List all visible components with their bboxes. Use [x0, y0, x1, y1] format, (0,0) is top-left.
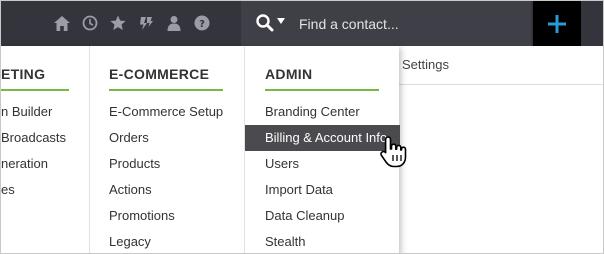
menu-item-billing-account-info[interactable]: Billing & Account Info [245, 125, 400, 151]
svg-text:?: ? [199, 19, 205, 30]
star-icon[interactable] [109, 14, 127, 32]
menu-item-branding-center[interactable]: Branding Center [245, 99, 400, 125]
menu-item[interactable]: neration [1, 151, 88, 177]
chevron-down-icon[interactable] [277, 18, 285, 24]
menu-column-admin: ADMIN Branding Center Billing & Account … [244, 46, 400, 253]
top-nav-bar: ? [1, 1, 603, 46]
menu-list: n Builder Broadcasts neration es [1, 99, 88, 203]
menu-item-products[interactable]: Products [90, 151, 245, 177]
menu-item-orders[interactable]: Orders [90, 125, 245, 151]
search-input[interactable] [299, 13, 519, 35]
menu-item-legacy[interactable]: Legacy [90, 229, 245, 253]
app-window: ? Settings ETING n Builder Broadcasts ne… [0, 0, 604, 254]
add-button[interactable] [533, 1, 581, 46]
search-box[interactable] [241, 1, 531, 46]
mega-menu-dropdown: ETING n Builder Broadcasts neration es E… [1, 46, 400, 253]
pipeline-icon[interactable] [137, 14, 155, 32]
menu-item[interactable]: Broadcasts [1, 125, 88, 151]
column-title: ADMIN [265, 66, 313, 82]
top-icon-group: ? [53, 13, 211, 33]
menu-item-data-cleanup[interactable]: Data Cleanup [245, 203, 400, 229]
menu-list: Branding Center Billing & Account Info U… [245, 99, 400, 253]
plus-icon [548, 14, 566, 33]
menu-item-ecommerce-setup[interactable]: E-Commerce Setup [90, 99, 245, 125]
clock-icon[interactable] [81, 14, 99, 32]
menu-item-stealth[interactable]: Stealth [245, 229, 400, 253]
column-underline [109, 89, 223, 91]
settings-nav[interactable]: Settings [397, 46, 603, 85]
hand-pointer-cursor-icon [380, 136, 407, 168]
column-title: ETING [1, 66, 46, 82]
menu-column-marketing: ETING n Builder Broadcasts neration es [1, 46, 88, 253]
settings-label[interactable]: Settings [402, 57, 449, 72]
menu-item-import-data[interactable]: Import Data [245, 177, 400, 203]
column-title: E-COMMERCE [109, 66, 210, 82]
column-underline [265, 89, 379, 91]
menu-list: E-Commerce Setup Orders Products Actions… [90, 99, 245, 253]
column-underline [1, 89, 69, 91]
home-icon[interactable] [53, 14, 71, 32]
menu-item-promotions[interactable]: Promotions [90, 203, 245, 229]
menu-item-actions[interactable]: Actions [90, 177, 245, 203]
search-icon[interactable] [255, 13, 275, 33]
menu-item-users[interactable]: Users [245, 151, 400, 177]
menu-item[interactable]: es [1, 177, 88, 203]
person-icon[interactable] [165, 14, 183, 32]
menu-column-ecommerce: E-COMMERCE E-Commerce Setup Orders Produ… [89, 46, 245, 253]
menu-item[interactable]: n Builder [1, 99, 88, 125]
help-icon[interactable]: ? [193, 14, 211, 32]
